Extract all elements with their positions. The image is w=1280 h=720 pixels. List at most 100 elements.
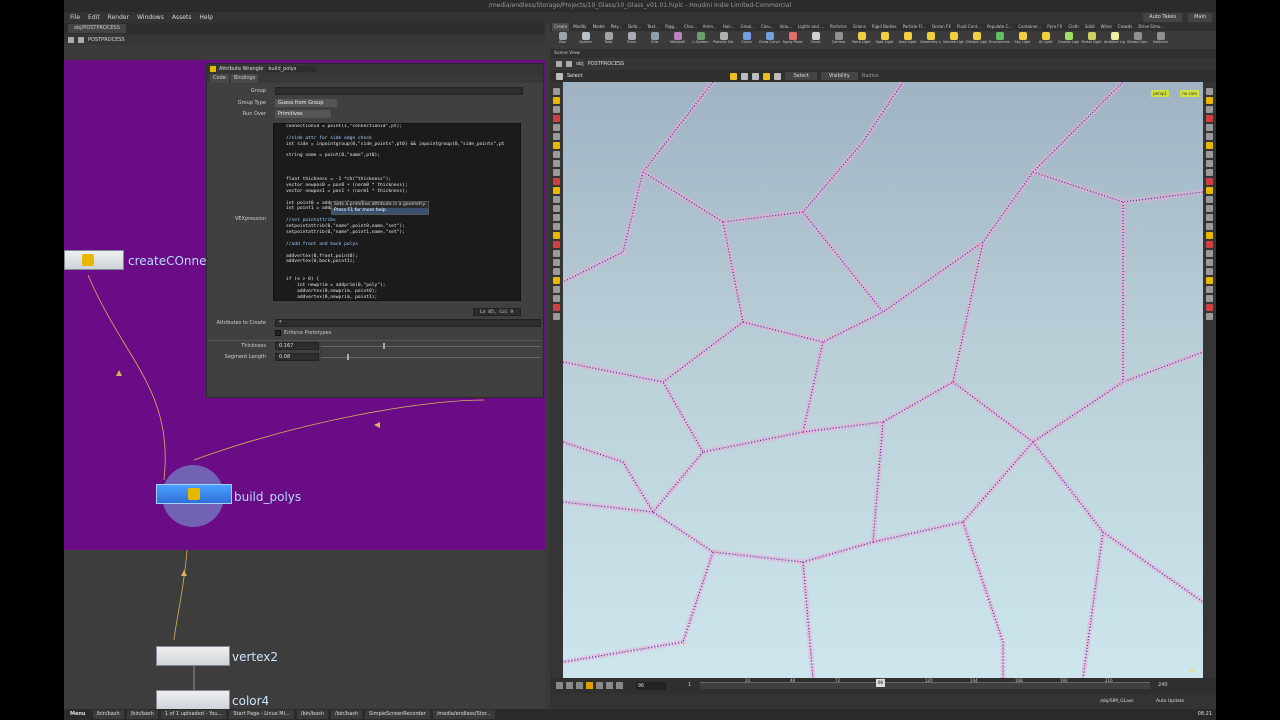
shelf-tool[interactable]: Switcher bbox=[1150, 31, 1171, 49]
shelf-tool[interactable]: Torus bbox=[621, 31, 642, 49]
3d-viewport[interactable]: persp1 no cam obj bbox=[563, 82, 1203, 678]
shelf-tab[interactable]: Volu... bbox=[778, 23, 794, 31]
viewer-tool-icon[interactable] bbox=[1206, 304, 1213, 311]
enforce-checkbox[interactable] bbox=[275, 330, 281, 336]
select-mode-icon[interactable] bbox=[774, 72, 782, 80]
shelf-tab[interactable]: Pyro FX bbox=[1045, 23, 1064, 31]
task-bash-4[interactable]: /bin/bash bbox=[330, 710, 363, 719]
viewer-tool-icon[interactable] bbox=[553, 187, 560, 194]
task-upload[interactable]: 1 of 1 uploaded - You... bbox=[160, 710, 227, 719]
shelf-tab[interactable]: Drive Simu... bbox=[1136, 23, 1166, 31]
viewer-tool-icon[interactable] bbox=[1206, 205, 1213, 212]
shelf-tool[interactable]: L-System bbox=[690, 31, 711, 49]
viewer-tool-icon[interactable] bbox=[1206, 313, 1213, 320]
viewer-tool-icon[interactable] bbox=[553, 304, 560, 311]
timeline-cursor[interactable]: 96 bbox=[876, 679, 885, 687]
viewer-tool-icon[interactable] bbox=[1206, 223, 1213, 230]
viewer-tool-icon[interactable] bbox=[1206, 160, 1213, 167]
viewer-tool-icon[interactable] bbox=[553, 151, 560, 158]
thickness-slider-track[interactable] bbox=[321, 346, 541, 347]
jump-end-icon[interactable] bbox=[616, 682, 623, 689]
shelf-tool[interactable]: Volume Light bbox=[943, 31, 964, 49]
shelf-tool[interactable]: Ambient Lig... bbox=[1104, 31, 1125, 49]
shelf-tab[interactable]: Anim... bbox=[701, 23, 719, 31]
scene-view-tab[interactable]: Scene View bbox=[550, 51, 580, 56]
viewer-tool-icon[interactable] bbox=[1206, 187, 1213, 194]
shelf-tool[interactable]: Circle bbox=[805, 31, 826, 49]
shelf-tool[interactable]: GI Light bbox=[1035, 31, 1056, 49]
menu-assets[interactable]: Assets bbox=[172, 14, 192, 21]
task-bash-3[interactable]: /bin/bash bbox=[296, 710, 328, 719]
segment-slider-track[interactable] bbox=[321, 357, 541, 358]
viewer-tool-icon[interactable] bbox=[553, 106, 560, 113]
shelf-tool[interactable]: Tube bbox=[598, 31, 619, 49]
viewer-tool-icon[interactable] bbox=[553, 268, 560, 275]
shelf-tab[interactable]: Crowds bbox=[1116, 23, 1135, 31]
shelf-tab[interactable]: Wires bbox=[1099, 23, 1114, 31]
viewer-tool-icon[interactable] bbox=[1206, 268, 1213, 275]
timeline-bar[interactable] bbox=[700, 682, 1150, 689]
shelf-tab[interactable]: Rigid Bodies bbox=[870, 23, 899, 31]
shelf-tool[interactable]: Grid bbox=[644, 31, 665, 49]
play-icon[interactable] bbox=[596, 682, 603, 689]
viewer-tool-icon[interactable] bbox=[553, 133, 560, 140]
menu-help[interactable]: Help bbox=[199, 14, 213, 21]
viewer-tool-icon[interactable] bbox=[1206, 88, 1213, 95]
forward-icon[interactable] bbox=[78, 36, 84, 43]
end-frame-field[interactable]: 240 bbox=[1158, 682, 1168, 688]
shelf-tab[interactable]: Hair... bbox=[721, 23, 737, 31]
tab-code[interactable]: Code bbox=[210, 74, 229, 83]
viewer-forward-icon[interactable] bbox=[566, 61, 572, 67]
viewer-tool-icon[interactable] bbox=[1206, 286, 1213, 293]
task-bash-1[interactable]: /bin/bash bbox=[92, 710, 124, 719]
play-reverse-icon[interactable] bbox=[576, 682, 583, 689]
select-edges-icon[interactable] bbox=[741, 72, 749, 80]
segment-slider-handle[interactable] bbox=[347, 354, 350, 360]
thickness-field[interactable]: 0.167 bbox=[275, 342, 319, 350]
viewer-tool-icon[interactable] bbox=[553, 169, 560, 176]
run-over-select[interactable]: Primitives bbox=[275, 110, 331, 118]
shelf-tool[interactable]: Curve bbox=[736, 31, 757, 49]
viewer-tool-icon[interactable] bbox=[553, 259, 560, 266]
start-frame-field[interactable]: 1 bbox=[688, 682, 691, 688]
shelf-tab[interactable]: Poly... bbox=[609, 23, 624, 31]
viewer-tool-icon[interactable] bbox=[553, 313, 560, 320]
step-back-icon[interactable] bbox=[566, 682, 573, 689]
viewer-tool-icon[interactable] bbox=[553, 142, 560, 149]
task-screen-recorder[interactable]: SimpleScreenRecorder bbox=[365, 710, 430, 719]
viewer-path-field[interactable]: obj bbox=[576, 61, 584, 67]
viewer-tool-icon[interactable] bbox=[1206, 250, 1213, 257]
shelf-tab[interactable]: Grains bbox=[851, 23, 868, 31]
task-start-page[interactable]: Start Page - Linux Mi... bbox=[229, 710, 294, 719]
viewer-tool-icon[interactable] bbox=[553, 214, 560, 221]
group-field[interactable] bbox=[275, 87, 523, 95]
segment-length-field[interactable]: 0.08 bbox=[275, 353, 319, 361]
select-tool-icon[interactable] bbox=[556, 72, 563, 80]
shelf-tab[interactable]: Particle Fl... bbox=[901, 23, 928, 31]
shelf-tool[interactable]: Spot Light bbox=[874, 31, 895, 49]
shelf-tool[interactable]: Sky Light bbox=[1012, 31, 1033, 49]
shelf-tool[interactable]: Portal Light bbox=[1081, 31, 1102, 49]
shelf-tool[interactable]: Spray Paint bbox=[782, 31, 803, 49]
desktop-select[interactable]: Main bbox=[1188, 13, 1212, 22]
viewer-tool-icon[interactable] bbox=[553, 115, 560, 122]
shelf-tab[interactable]: Populate C... bbox=[985, 23, 1014, 31]
menu-windows[interactable]: Windows bbox=[137, 14, 164, 21]
viewer-tool-icon[interactable] bbox=[1206, 196, 1213, 203]
color4-node[interactable] bbox=[156, 690, 230, 710]
viewer-tool-icon[interactable] bbox=[1206, 241, 1213, 248]
shelf-tool[interactable]: Stereo Cam... bbox=[1127, 31, 1148, 49]
viewer-tool-icon[interactable] bbox=[553, 223, 560, 230]
node-name-field[interactable]: build_polys bbox=[266, 66, 317, 72]
viewer-tool-icon[interactable] bbox=[1206, 295, 1213, 302]
shelf-tool[interactable]: Environmen... bbox=[989, 31, 1010, 49]
viewer-tool-icon[interactable] bbox=[1206, 97, 1213, 104]
select-prims-icon[interactable] bbox=[752, 72, 760, 80]
auto-takes-button[interactable]: Auto Takes bbox=[1143, 13, 1183, 22]
shelf-tab[interactable]: Particles bbox=[828, 23, 849, 31]
viewer-tool-icon[interactable] bbox=[553, 88, 560, 95]
viewer-tool-icon[interactable] bbox=[1206, 232, 1213, 239]
viewer-tool-icon[interactable] bbox=[1206, 214, 1213, 221]
shelf-tab[interactable]: Modify bbox=[571, 23, 588, 31]
viewer-tool-icon[interactable] bbox=[553, 124, 560, 131]
